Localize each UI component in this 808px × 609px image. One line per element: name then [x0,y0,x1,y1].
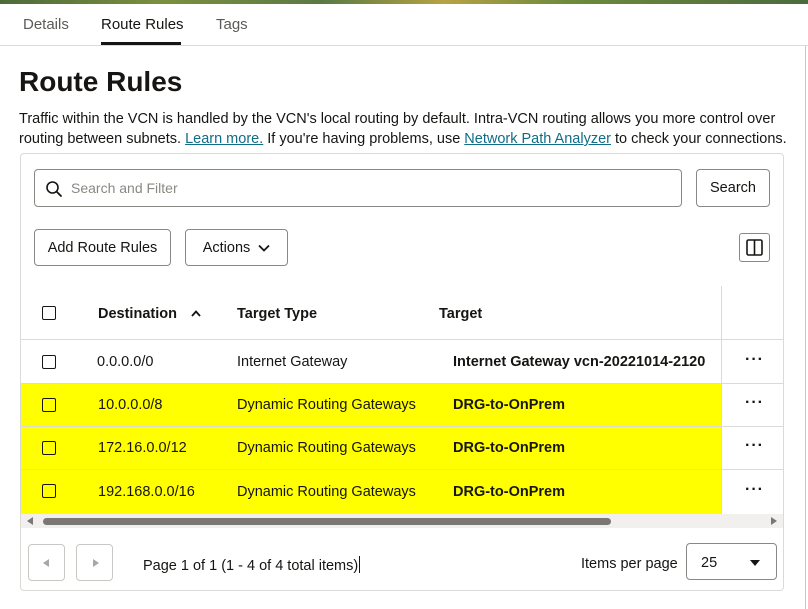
column-header-target[interactable]: Target [439,306,482,322]
target-type-cell: Internet Gateway [237,354,348,370]
next-page-button[interactable] [76,544,113,581]
table-row: 172.16.0.0/12 Dynamic Routing Gateways D… [21,427,783,470]
actions-label: Actions [202,239,251,256]
row-actions-menu-icon[interactable]: ··· [745,481,764,499]
page-title: Route Rules [19,66,183,97]
tab-details[interactable]: Details [23,16,69,33]
previous-page-button[interactable] [28,544,65,581]
table-row: 192.168.0.0/16 Dynamic Routing Gateways … [21,470,783,514]
target-cell: DRG-to-OnPrem [453,440,565,456]
table-row: 0.0.0.0/0 Internet Gateway Internet Gate… [21,340,783,384]
panel-border [805,46,806,609]
page-description: Traffic within the VCN is handled by the… [19,109,789,149]
select-all-checkbox[interactable] [42,306,56,320]
row-checkbox[interactable] [42,398,56,412]
target-type-cell: Dynamic Routing Gateways [237,440,416,456]
tab-bar: Details Route Rules Tags [0,4,808,46]
row-actions-menu-icon[interactable]: ··· [745,394,764,412]
scroll-right-arrow-icon[interactable] [771,517,777,525]
target-cell: Internet Gateway vcn-20221014-2120 [453,354,706,370]
destination-cell: 10.0.0.0/8 [98,397,163,413]
pagination-summary: Page 1 of 1 (1 - 4 of 4 total items) [143,556,361,574]
search-input[interactable] [71,171,671,205]
description-text-3: to check your connections. [610,131,787,147]
table-header-row: Destination Target Type Target [21,286,783,340]
column-header-label: Destination [98,306,177,322]
text-cursor [359,556,361,573]
chevron-left-icon [43,559,49,567]
target-cell: DRG-to-OnPrem [453,484,565,500]
destination-cell: 172.16.0.0/12 [98,440,187,456]
sort-ascending-icon[interactable] [191,310,201,317]
route-rules-table: Destination Target Type Target 0.0.0.0/0… [21,286,783,514]
target-type-cell: Dynamic Routing Gateways [237,484,416,500]
sticky-column-divider [721,286,722,514]
pagination-summary-text: Page 1 of 1 (1 - 4 of 4 total items) [143,558,359,574]
row-checkbox[interactable] [42,484,56,498]
target-type-cell: Dynamic Routing Gateways [237,397,416,413]
tab-tags[interactable]: Tags [216,16,248,33]
search-icon [46,181,62,197]
items-per-page-value: 25 [701,555,718,571]
row-actions-menu-icon[interactable]: ··· [745,437,764,455]
table-row: 10.0.0.0/8 Dynamic Routing Gateways DRG-… [21,384,783,427]
items-per-page-label: Items per page [581,556,678,572]
row-actions-menu-icon[interactable]: ··· [745,351,764,369]
destination-cell: 192.168.0.0/16 [98,484,195,500]
network-path-analyzer-link[interactable]: Network Path Analyzer [464,131,611,147]
scrollbar-thumb[interactable] [43,518,611,525]
manage-columns-button[interactable] [739,233,770,262]
add-route-rules-button[interactable]: Add Route Rules [34,229,171,266]
chevron-down-icon [258,244,270,252]
scroll-left-arrow-icon[interactable] [27,517,33,525]
actions-menu-button[interactable]: Actions [185,229,288,266]
items-per-page-select[interactable]: 25 [686,543,777,580]
description-text-2: If you're having problems, use [263,131,465,147]
active-tab-indicator [101,42,181,45]
search-button[interactable]: Search [696,169,770,207]
row-checkbox[interactable] [42,355,56,369]
horizontal-scrollbar[interactable] [21,514,783,528]
target-cell: DRG-to-OnPrem [453,397,565,413]
search-field[interactable] [34,169,682,207]
destination-cell: 0.0.0.0/0 [97,354,154,370]
column-header-target-type[interactable]: Target Type [237,306,317,322]
row-checkbox[interactable] [42,441,56,455]
column-header-destination[interactable]: Destination [98,306,201,322]
learn-more-link[interactable]: Learn more. [185,131,263,147]
chevron-right-icon [93,559,99,567]
tab-route-rules[interactable]: Route Rules [101,16,184,33]
caret-down-icon [750,560,760,566]
columns-icon [746,239,763,256]
